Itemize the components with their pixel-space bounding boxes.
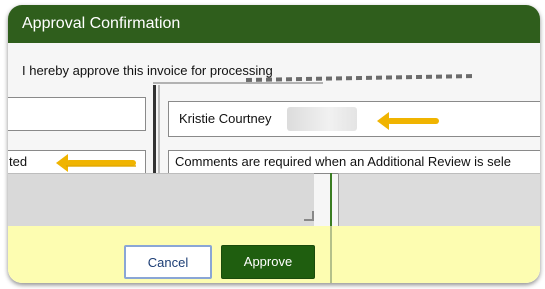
footer-separator — [330, 226, 332, 283]
dialog-title: Approval Confirmation — [8, 5, 540, 43]
left-field[interactable] — [8, 97, 146, 131]
redaction-scribble — [245, 73, 477, 83]
redaction-line — [153, 82, 323, 84]
arrow-underline — [66, 165, 136, 167]
arrow-left-icon — [377, 112, 439, 130]
approval-statement: I hereby approve this invoice for proces… — [22, 63, 273, 78]
approve-button[interactable]: Approve — [221, 245, 315, 279]
approval-dialog: Approval Confirmation I hereby approve t… — [8, 5, 540, 283]
resize-grip-icon[interactable] — [304, 211, 314, 221]
right-textarea[interactable] — [338, 173, 540, 226]
cancel-button[interactable]: Cancel — [124, 245, 212, 279]
comments-field[interactable]: Comments are required when an Additional… — [168, 150, 540, 174]
left-textarea[interactable] — [8, 173, 314, 226]
redacted-name-part — [287, 107, 357, 131]
